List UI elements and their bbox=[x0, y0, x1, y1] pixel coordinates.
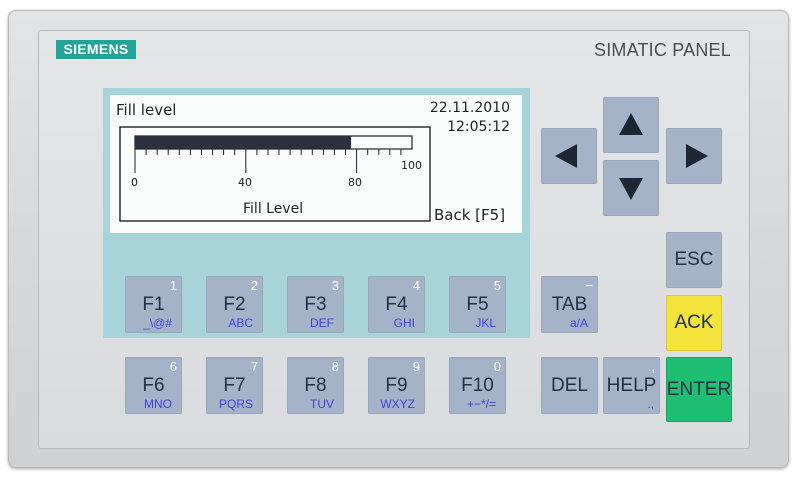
back-softkey-label: Back [F5] bbox=[434, 206, 506, 224]
arrow-down-icon bbox=[619, 178, 643, 200]
f8-key-number: 8 bbox=[331, 359, 339, 374]
arrow-down-key[interactable] bbox=[603, 160, 659, 216]
f3-key-chars: DEF bbox=[310, 316, 334, 330]
f10-key-label: F10 bbox=[461, 375, 494, 396]
f9-key-chars: WXYZ bbox=[380, 397, 415, 411]
tab-key-alt: − bbox=[585, 278, 593, 293]
f2-key-number: 2 bbox=[250, 278, 258, 293]
bar-caption: Fill Level bbox=[243, 201, 304, 217]
del-key-label: DEL bbox=[551, 375, 588, 396]
f1-key-number: 1 bbox=[169, 278, 177, 293]
lcd-screen: Fill level 22.11.2010 12:05:12 0 40 80 1… bbox=[110, 95, 522, 233]
f10-key-chars: +−*/= bbox=[466, 397, 496, 411]
scale-label-80: 80 bbox=[348, 176, 362, 189]
arrow-up-key[interactable] bbox=[603, 97, 659, 153]
tab-key[interactable]: − TAB a/A bbox=[541, 276, 598, 333]
scale-label-0: 0 bbox=[131, 176, 138, 189]
f8-key-chars: TUV bbox=[310, 397, 334, 411]
f7-key[interactable]: 7 F7 PQRS bbox=[206, 357, 263, 414]
f6-key-chars: MNO bbox=[144, 397, 172, 411]
help-key-label: HELP bbox=[606, 375, 657, 396]
f3-key-label: F3 bbox=[304, 294, 327, 315]
f10-key[interactable]: 0 F10 +−*/= bbox=[449, 357, 506, 414]
f5-key-number: 5 bbox=[493, 278, 501, 293]
f3-key[interactable]: 3 F3 DEF bbox=[287, 276, 344, 333]
f1-key[interactable]: 1 F1 _\@# bbox=[125, 276, 182, 333]
f2-key-chars: ABC bbox=[228, 316, 253, 330]
arrow-right-key[interactable] bbox=[666, 128, 722, 184]
ack-key[interactable]: ACK bbox=[666, 295, 722, 351]
ack-key-label: ACK bbox=[674, 312, 714, 333]
f4-key[interactable]: 4 F4 GHI bbox=[368, 276, 425, 333]
esc-key-label: ESC bbox=[674, 249, 714, 270]
f5-key[interactable]: 5 F5 JKL bbox=[449, 276, 506, 333]
f6-key[interactable]: 6 F6 MNO bbox=[125, 357, 182, 414]
bar-fill bbox=[135, 136, 352, 149]
f8-key[interactable]: 8 F8 TUV bbox=[287, 357, 344, 414]
siemens-logo: SIEMENS bbox=[56, 40, 136, 59]
f2-key[interactable]: 2 F2 ABC bbox=[206, 276, 263, 333]
model-name: SIMATIC PANEL bbox=[594, 40, 731, 60]
f10-key-number: 0 bbox=[493, 359, 501, 374]
f7-key-number: 7 bbox=[250, 359, 258, 374]
tab-key-label: TAB bbox=[551, 294, 588, 315]
f1-key-label: F1 bbox=[142, 294, 165, 315]
f9-key-number: 9 bbox=[412, 359, 420, 374]
f7-key-chars: PQRS bbox=[218, 397, 253, 411]
f8-key-label: F8 bbox=[304, 375, 327, 396]
enter-key[interactable]: ENTER bbox=[666, 357, 732, 422]
tab-key-sub: a/A bbox=[569, 316, 588, 330]
del-key[interactable]: DEL bbox=[541, 357, 598, 414]
arrow-left-icon bbox=[555, 144, 577, 168]
f3-key-number: 3 bbox=[331, 278, 339, 293]
scale-label-100: 100 bbox=[401, 159, 422, 172]
f6-key-label: F6 bbox=[142, 375, 165, 396]
arrow-left-key[interactable] bbox=[541, 128, 597, 184]
help-key-alt: ., bbox=[647, 359, 655, 374]
f4-key-label: F4 bbox=[385, 294, 408, 315]
esc-key[interactable]: ESC bbox=[666, 232, 722, 288]
help-key[interactable]: ., HELP ., bbox=[603, 357, 660, 414]
arrow-up-icon bbox=[619, 113, 643, 135]
f5-key-label: F5 bbox=[466, 294, 489, 315]
scale-label-40: 40 bbox=[238, 176, 252, 189]
f6-key-number: 6 bbox=[169, 359, 177, 374]
f4-key-chars: GHI bbox=[393, 316, 415, 330]
f1-key-chars: _\@# bbox=[143, 316, 172, 330]
f2-key-label: F2 bbox=[223, 294, 246, 315]
f9-key-label: F9 bbox=[385, 375, 408, 396]
arrow-right-icon bbox=[686, 144, 708, 168]
f9-key[interactable]: 9 F9 WXYZ bbox=[368, 357, 425, 414]
enter-key-label: ENTER bbox=[666, 379, 732, 400]
help-key-sub: ., bbox=[647, 397, 654, 411]
f4-key-number: 4 bbox=[412, 278, 420, 293]
f5-key-chars: JKL bbox=[475, 316, 496, 330]
f7-key-label: F7 bbox=[223, 375, 246, 396]
